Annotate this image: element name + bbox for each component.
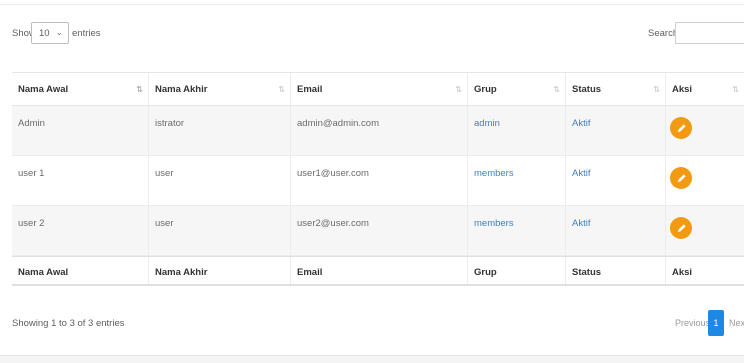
cell-nama-akhir: user — [148, 156, 290, 205]
cell-text: user 2 — [18, 218, 45, 229]
sort-arrows-icon[interactable]: ⇅ — [553, 85, 560, 94]
cell-nama-awal: Admin — [12, 106, 148, 155]
header-grup[interactable]: Grup ⇅ — [467, 73, 565, 105]
header-label: Nama Akhir — [155, 84, 208, 95]
header-nama-akhir[interactable]: Nama Akhir ⇅ — [148, 73, 290, 105]
header-label: Email — [297, 84, 323, 95]
cell-grup: members — [467, 156, 565, 205]
entries-label: entries — [72, 28, 101, 39]
header-label: Grup — [474, 84, 497, 95]
page-1-button[interactable]: 1 — [708, 310, 724, 336]
pagination: Previous 1 Next — [670, 310, 744, 336]
footer-email: Email — [290, 257, 467, 284]
footer-label: Nama Awal — [18, 267, 69, 278]
header-status[interactable]: Status ⇅ — [565, 73, 665, 105]
cell-grup: members — [467, 206, 565, 255]
status-link[interactable]: Aktif — [572, 218, 590, 229]
table-row: user 1 user user1@user.com members Aktif — [12, 156, 744, 206]
cell-aksi — [665, 206, 744, 255]
status-link[interactable]: Aktif — [572, 168, 590, 179]
edit-button[interactable] — [670, 167, 692, 189]
group-link[interactable]: members — [474, 168, 514, 179]
footer-label: Email — [297, 267, 323, 278]
footer-grup: Grup — [467, 257, 565, 284]
cell-text: admin@admin.com — [297, 118, 379, 129]
footer-nama-akhir: Nama Akhir — [148, 257, 290, 284]
footer-label: Nama Akhir — [155, 267, 208, 278]
pencil-icon — [677, 223, 686, 232]
cell-grup: admin — [467, 106, 565, 155]
cell-aksi — [665, 106, 744, 155]
top-divider — [0, 0, 744, 5]
cell-nama-awal: user 2 — [12, 206, 148, 255]
search-input[interactable] — [675, 22, 744, 44]
header-nama-awal[interactable]: Nama Awal ⇅ — [12, 73, 148, 105]
previous-button[interactable]: Previous — [675, 318, 710, 328]
footer-label: Aksi — [672, 267, 693, 278]
footer-label: Grup — [474, 267, 497, 278]
cell-nama-akhir: user — [148, 206, 290, 255]
cell-aksi — [665, 156, 744, 205]
footer-aksi: Aksi — [665, 257, 744, 284]
sort-arrows-icon[interactable]: ⇅ — [136, 85, 143, 94]
next-button[interactable]: Next — [729, 318, 744, 328]
sort-arrows-icon[interactable]: ⇅ — [732, 85, 739, 94]
cell-email: user2@user.com — [290, 206, 467, 255]
header-email[interactable]: Email ⇅ — [290, 73, 467, 105]
pencil-icon — [677, 123, 686, 132]
footer-label: Status — [572, 267, 602, 278]
cell-nama-awal: user 1 — [12, 156, 148, 205]
cell-email: admin@admin.com — [290, 106, 467, 155]
header-aksi[interactable]: Aksi ⇅ — [665, 73, 744, 105]
header-label: Status — [572, 84, 602, 95]
sort-arrows-icon[interactable]: ⇅ — [455, 85, 462, 94]
group-link[interactable]: admin — [474, 118, 500, 129]
horizontal-scrollbar[interactable] — [0, 355, 744, 363]
edit-button[interactable] — [670, 217, 692, 239]
table-row: Admin istrator admin@admin.com admin Akt… — [12, 106, 744, 156]
edit-button[interactable] — [670, 117, 692, 139]
sort-arrows-icon[interactable]: ⇅ — [278, 85, 285, 94]
cell-text: Admin — [18, 118, 45, 129]
table-info: Showing 1 to 3 of 3 entries — [12, 318, 125, 329]
cell-status: Aktif — [565, 156, 665, 205]
cell-text: user — [155, 168, 174, 179]
pencil-icon — [677, 173, 686, 182]
cell-email: user1@user.com — [290, 156, 467, 205]
status-link[interactable]: Aktif — [572, 118, 590, 129]
cell-status: Aktif — [565, 106, 665, 155]
table-footer-row: Nama Awal Nama Akhir Email Grup Status A… — [12, 256, 744, 286]
cell-status: Aktif — [565, 206, 665, 255]
page-size-select[interactable]: 10 ⌄ — [31, 22, 69, 44]
cell-text: istrator — [155, 118, 185, 129]
footer-nama-awal: Nama Awal — [12, 257, 148, 284]
sort-arrows-icon[interactable]: ⇅ — [653, 85, 660, 94]
footer-status: Status — [565, 257, 665, 284]
chevron-down-icon: ⌄ — [55, 27, 63, 37]
header-label: Aksi — [672, 84, 693, 95]
table-header-row: Nama Awal ⇅ Nama Akhir ⇅ Email ⇅ Grup ⇅ … — [12, 72, 744, 106]
header-label: Nama Awal — [18, 84, 69, 95]
page-size-value: 10 — [39, 28, 50, 39]
cell-text: user2@user.com — [297, 218, 369, 229]
table-row: user 2 user user2@user.com members Aktif — [12, 206, 744, 256]
cell-text: user 1 — [18, 168, 45, 179]
cell-text: user1@user.com — [297, 168, 369, 179]
cell-text: user — [155, 218, 174, 229]
cell-nama-akhir: istrator — [148, 106, 290, 155]
group-link[interactable]: members — [474, 218, 514, 229]
table-controls: Show 10 ⌄ entries Search: — [12, 22, 744, 44]
